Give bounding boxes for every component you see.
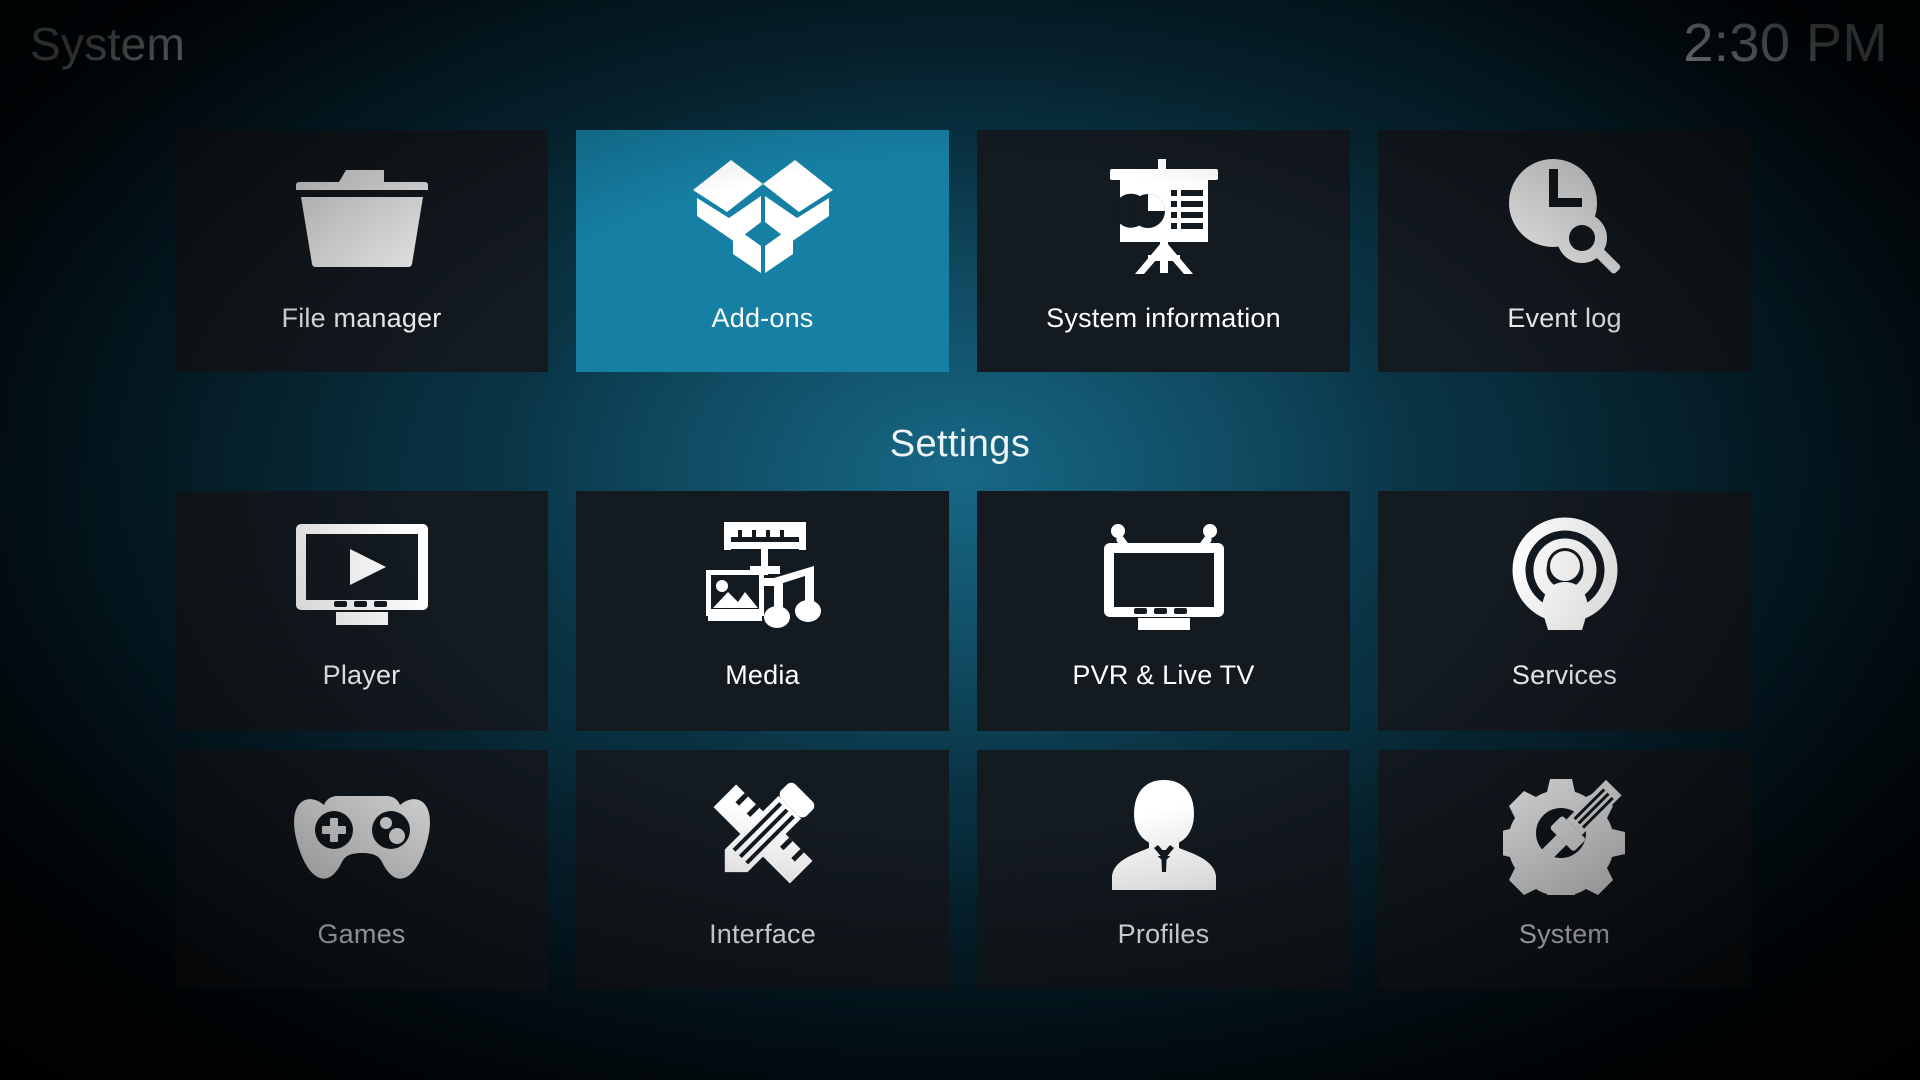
settings-grid-row-1: Player Media PVR & Live TV Services [175,491,1751,731]
tile-player[interactable]: Player [175,491,548,731]
tile-label: Services [1511,660,1618,690]
tile-label: Add-ons [711,303,814,333]
tile-event-log[interactable]: Event log [1378,130,1751,372]
monitor-play-icon [175,491,548,659]
tile-games[interactable]: Games [175,750,548,990]
tile-label: PVR & Live TV [1072,660,1255,690]
tile-label: Profiles [1117,919,1210,949]
clock-search-icon [1378,130,1751,302]
tile-label: Event log [1507,303,1622,333]
tile-interface[interactable]: Interface [576,750,949,990]
tile-system[interactable]: System [1378,750,1751,990]
tile-profiles[interactable]: Profiles [977,750,1350,990]
presentation-icon [977,130,1350,302]
kodi-system-screen: System 2:30 PM File manager Add-ons Syst… [0,0,1920,1080]
tile-label: System [1518,919,1611,949]
tile-label: Media [725,660,800,690]
settings-grid-row-2: Games Interface Profiles System [175,750,1751,990]
open-box-icon [576,130,949,302]
tv-antenna-icon [977,491,1350,659]
clock: 2:30 PM [1683,13,1888,73]
tile-label: System information [1046,303,1281,333]
gear-screwdriver-icon [1378,750,1751,918]
tile-pvr-live-tv[interactable]: PVR & Live TV [977,491,1350,731]
person-bust-icon [977,750,1350,918]
tile-label: Games [317,919,406,949]
folder-icon [175,130,548,302]
broadcast-icon [1378,491,1751,659]
tile-media[interactable]: Media [576,491,949,731]
tile-label: Interface [709,919,816,949]
tile-add-ons[interactable]: Add-ons [576,130,949,372]
media-library-icon [576,491,949,659]
settings-section-heading: Settings [889,423,1031,465]
tile-services[interactable]: Services [1378,491,1751,731]
top-menu-grid: File manager Add-ons System information … [175,130,1751,372]
gamepad-icon [175,750,548,918]
page-title: System [30,18,186,70]
tile-system-information[interactable]: System information [977,130,1350,372]
tile-label: File manager [281,303,442,333]
tile-label: Player [322,660,401,690]
pencil-ruler-icon [576,750,949,918]
tile-file-manager[interactable]: File manager [175,130,548,372]
header-bar: System 2:30 PM [0,0,1920,100]
